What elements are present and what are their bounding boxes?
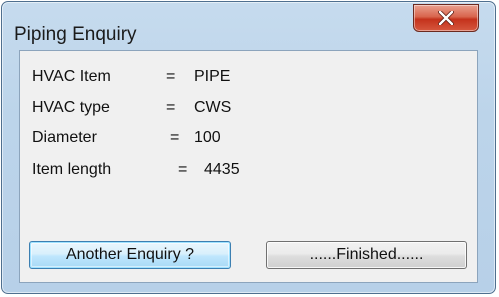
close-button[interactable] (413, 4, 479, 32)
info-value: CWS (194, 99, 232, 116)
title-bar[interactable]: Piping Enquiry (2, 2, 495, 46)
dialog-window: Piping Enquiry HVAC Item = PIPE HVAC typ… (1, 1, 496, 294)
info-row-hvac-type: HVAC type = CWS (32, 97, 231, 119)
window-title: Piping Enquiry (14, 24, 137, 45)
info-label: Item length (32, 161, 112, 178)
info-separator: = (178, 161, 188, 178)
finished-button[interactable]: ......Finished...... (266, 241, 467, 269)
info-row-diameter: Diameter = 100 (32, 127, 221, 149)
info-separator: = (166, 99, 176, 116)
info-value: 4435 (204, 161, 240, 178)
info-label: HVAC Item (32, 68, 111, 85)
info-separator: = (166, 68, 176, 85)
info-value: 100 (194, 129, 221, 146)
dialog-content: HVAC Item = PIPE HVAC type = CWS Diamete… (19, 50, 478, 283)
info-value: PIPE (194, 68, 231, 85)
info-separator: = (170, 129, 180, 146)
info-label: Diameter (32, 129, 97, 146)
another-enquiry-button[interactable]: Another Enquiry ? (29, 241, 231, 269)
info-label: HVAC type (32, 99, 110, 116)
info-row-hvac-item: HVAC Item = PIPE (32, 66, 230, 88)
info-row-item-length: Item length = 4435 (32, 159, 240, 181)
close-x-icon (438, 11, 454, 25)
